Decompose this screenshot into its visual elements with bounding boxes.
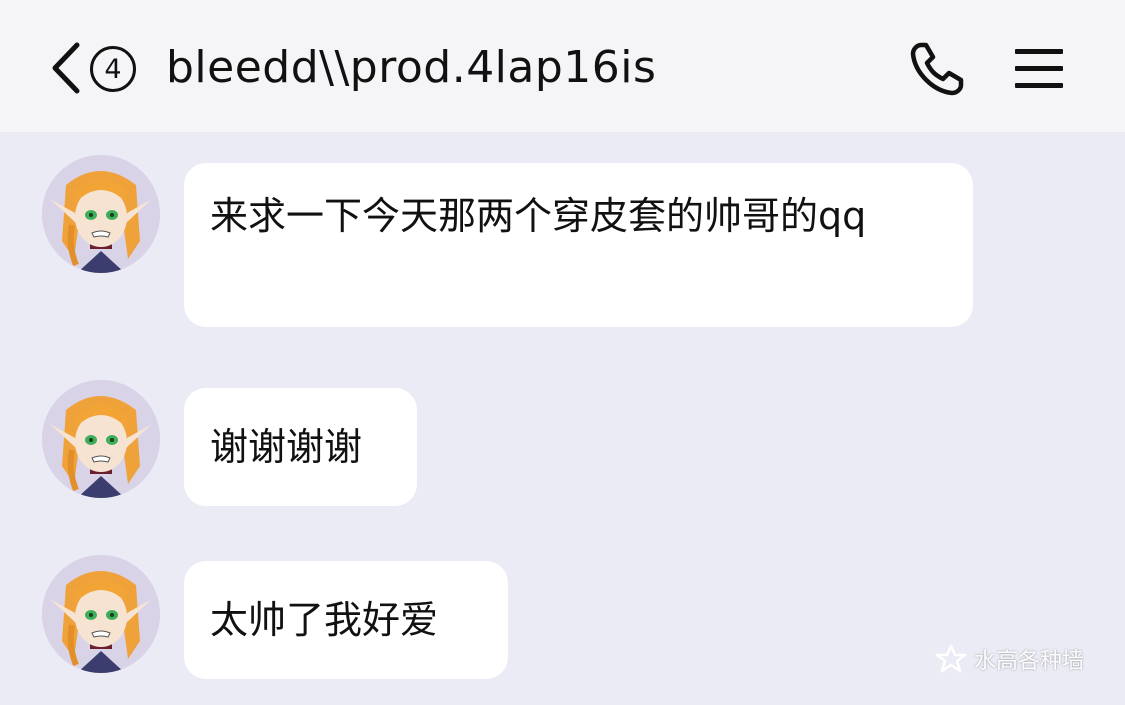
chat-title: bleedd\\prod.4lap16is xyxy=(166,42,657,93)
sender-avatar[interactable] xyxy=(42,555,160,673)
message-bubble[interactable]: 谢谢谢谢 xyxy=(184,388,417,506)
menu-line xyxy=(1015,65,1063,71)
menu-button[interactable] xyxy=(1010,40,1068,96)
watermark-text: 水高各种墙 xyxy=(974,649,1085,674)
back-button[interactable] xyxy=(46,40,86,96)
anime-elf-avatar-icon xyxy=(42,555,160,673)
menu-line xyxy=(1015,48,1063,54)
anime-elf-avatar-icon xyxy=(42,380,160,498)
anime-elf-avatar-icon xyxy=(42,155,160,273)
sender-avatar[interactable] xyxy=(42,380,160,498)
message-row: 谢谢谢谢 xyxy=(0,380,1125,508)
chat-header: 4 bleedd\\prod.4lap16is xyxy=(0,0,1125,132)
message-row: 来求一下今天那两个穿皮套的帅哥的qq xyxy=(0,155,1125,330)
message-bubble[interactable]: 太帅了我好爱 xyxy=(184,561,508,679)
watermark: 水高各种墙 xyxy=(934,642,1084,676)
chevron-left-icon xyxy=(52,42,80,94)
sender-avatar[interactable] xyxy=(42,155,160,273)
menu-line xyxy=(1015,82,1063,88)
phone-icon xyxy=(910,42,964,96)
unread-count-badge[interactable]: 4 xyxy=(90,46,136,92)
call-button[interactable] xyxy=(906,38,968,100)
message-bubble[interactable]: 来求一下今天那两个穿皮套的帅哥的qq xyxy=(184,163,973,327)
star-logo-icon xyxy=(935,644,967,673)
